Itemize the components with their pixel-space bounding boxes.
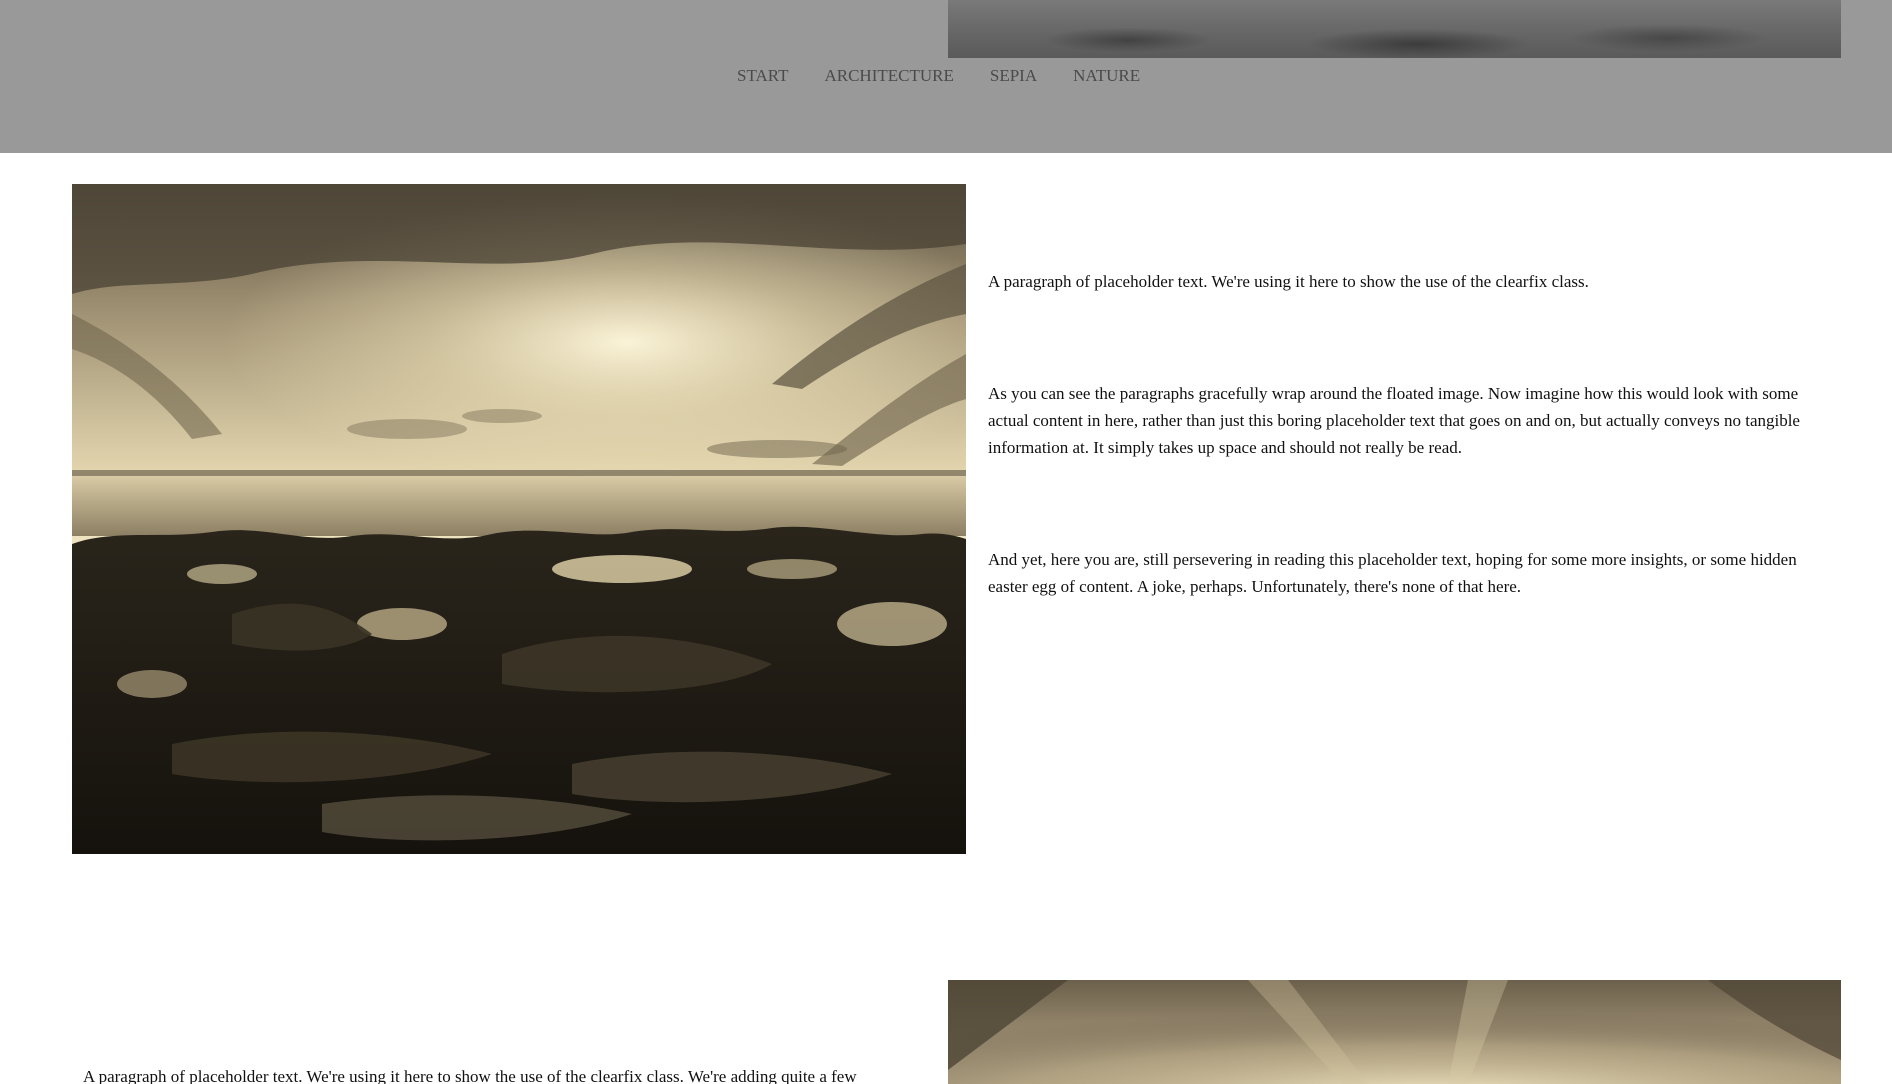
paragraph-1: A paragraph of placeholder text. We're u… xyxy=(988,272,1589,291)
nav-item-start: START xyxy=(737,66,788,86)
page: START ARCHITECTURE SEPIA NATURE A paragr… xyxy=(0,0,1892,1084)
seascape-illustration xyxy=(72,184,966,854)
paragraph-3: And yet, here you are, still persevering… xyxy=(988,550,1797,596)
paragraph-2: As you can see the paragraphs gracefully… xyxy=(988,384,1800,457)
sepia-seascape-image xyxy=(72,184,966,854)
nav-link-start[interactable]: START xyxy=(737,66,788,85)
nav-item-sepia: SEPIA xyxy=(990,66,1037,86)
nav-link-architecture[interactable]: ARCHITECTURE xyxy=(824,66,953,85)
sky-illustration xyxy=(948,980,1841,1084)
header-banner-image xyxy=(948,0,1841,58)
nav-item-nature: NATURE xyxy=(1073,66,1140,86)
sepia-sky-image xyxy=(948,980,1841,1084)
paragraph-bottom: A paragraph of placeholder text. We're u… xyxy=(83,1067,857,1084)
nav-link-sepia[interactable]: SEPIA xyxy=(990,66,1037,85)
nav-item-architecture: ARCHITECTURE xyxy=(824,66,953,86)
site-header: START ARCHITECTURE SEPIA NATURE xyxy=(0,0,1892,153)
nav-link-nature[interactable]: NATURE xyxy=(1073,66,1140,85)
main-nav: START ARCHITECTURE SEPIA NATURE xyxy=(737,66,1140,86)
